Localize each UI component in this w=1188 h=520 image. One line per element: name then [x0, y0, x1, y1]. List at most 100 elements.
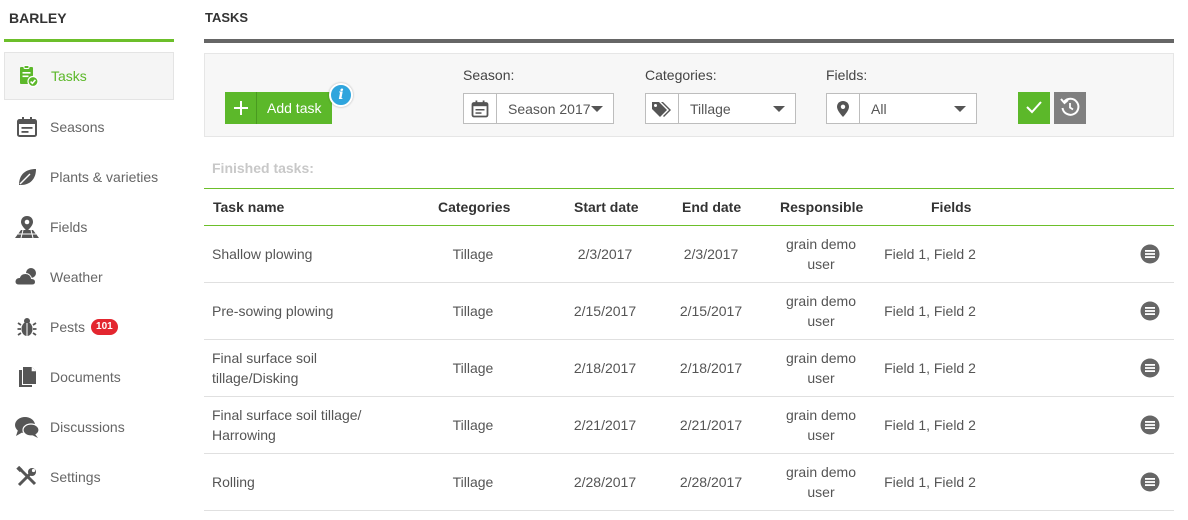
task-end-date: 2/18/2017 — [679, 360, 743, 376]
sidebar-item-label: Pests — [50, 319, 86, 335]
add-task-label: Add task — [267, 100, 322, 116]
bug-icon — [4, 316, 50, 338]
finished-tasks-heading: Finished tasks: — [212, 160, 314, 176]
sidebar-item-pests[interactable]: Pests 101 — [4, 303, 174, 351]
sidebar-divider — [4, 39, 174, 42]
apply-filters-button[interactable] — [1018, 92, 1050, 124]
reset-icon — [1059, 96, 1081, 121]
task-end-date: 2/3/2017 — [683, 246, 739, 262]
map-pin-icon — [827, 94, 860, 123]
task-fields: Field 1, Field 2 — [884, 246, 976, 262]
row-menu-icon[interactable] — [1140, 415, 1160, 435]
sidebar-item-label: Tasks — [51, 68, 87, 84]
row-menu-icon[interactable] — [1140, 472, 1160, 492]
fields-label: Fields: — [826, 67, 868, 83]
pests-count-badge: 101 — [91, 319, 118, 335]
row-menu-icon[interactable] — [1140, 358, 1160, 378]
reset-filters-button[interactable] — [1054, 92, 1086, 124]
tags-icon — [646, 94, 679, 123]
task-category: Tillage — [452, 474, 494, 490]
sidebar-item-tasks[interactable]: Tasks — [4, 52, 174, 100]
task-fields: Field 1, Field 2 — [884, 417, 976, 433]
task-name: Final surface soil tillage/Disking — [212, 350, 318, 386]
sidebar-item-label: Seasons — [50, 119, 105, 135]
season-label: Season: — [463, 67, 515, 83]
task-responsible: grain demo user — [785, 350, 857, 386]
sidebar-item-fields[interactable]: Fields — [4, 203, 174, 251]
farm-title: BARLEY — [9, 10, 67, 26]
header-divider — [204, 39, 1174, 43]
sidebar-item-weather[interactable]: Weather — [4, 253, 174, 301]
task-name: Final surface soil tillage/ Harrowing — [212, 407, 362, 443]
column-header-responsible: Responsible — [780, 199, 864, 215]
table-row[interactable]: Pre-sowing plowing Tillage 2/15/2017 2/1… — [204, 283, 1174, 340]
tools-icon — [4, 466, 50, 488]
column-header-task-name: Task name — [213, 199, 285, 215]
column-header-fields: Fields — [931, 199, 972, 215]
sidebar-item-settings[interactable]: Settings — [4, 453, 174, 501]
sidebar-item-label: Settings — [50, 469, 101, 485]
task-responsible: grain demo user — [785, 236, 857, 272]
categories-value: Tillage — [690, 100, 731, 117]
task-category: Tillage — [452, 360, 494, 376]
table-row[interactable]: Final surface soil tillage/ Harrowing Ti… — [204, 397, 1174, 454]
task-responsible: grain demo user — [785, 464, 857, 500]
table-row[interactable]: Shallow plowing Tillage 2/3/2017 2/3/201… — [204, 226, 1174, 283]
task-start-date: 2/15/2017 — [573, 303, 637, 319]
sidebar-item-label: Weather — [50, 269, 103, 285]
task-fields: Field 1, Field 2 — [884, 303, 976, 319]
add-task-button[interactable]: Add task — [225, 92, 333, 124]
sidebar-item-label: Plants & varieties — [50, 169, 159, 185]
task-start-date: 2/18/2017 — [573, 360, 637, 376]
sidebar-item-plants[interactable]: Plants & varieties — [4, 153, 174, 201]
chevron-down-icon — [954, 105, 966, 112]
table-row[interactable]: Final surface soil tillage/Disking Tilla… — [204, 340, 1174, 397]
task-fields: Field 1, Field 2 — [884, 474, 976, 490]
categories-select[interactable]: Tillage — [645, 93, 796, 124]
sidebar-item-documents[interactable]: Documents — [4, 353, 174, 401]
page-title: TASKS — [205, 10, 249, 25]
season-select[interactable]: Season 2017 — [463, 93, 614, 124]
table-row[interactable]: Rolling Tillage 2/28/2017 2/28/2017 grai… — [204, 454, 1174, 511]
chat-icon — [4, 415, 50, 439]
cloud-sun-icon — [4, 266, 50, 288]
task-responsible: grain demo user — [785, 293, 857, 329]
task-category: Tillage — [452, 246, 494, 262]
task-end-date: 2/28/2017 — [679, 474, 743, 490]
column-header-end-date: End date — [682, 199, 742, 215]
task-responsible: grain demo user — [785, 407, 857, 443]
sidebar: BARLEY Tasks Seasons Plants & varieties … — [0, 0, 180, 520]
sidebar-item-seasons[interactable]: Seasons — [4, 103, 174, 151]
sidebar-item-label: Fields — [50, 219, 88, 235]
field-pin-icon — [4, 215, 50, 239]
sidebar-item-label: Documents — [50, 369, 121, 385]
document-icon — [4, 366, 50, 388]
task-end-date: 2/21/2017 — [679, 417, 743, 433]
task-name: Rolling — [212, 474, 255, 490]
sidebar-item-label: Discussions — [50, 419, 125, 435]
row-menu-icon[interactable] — [1140, 301, 1160, 321]
task-start-date: 2/21/2017 — [573, 417, 637, 433]
check-icon — [1025, 99, 1043, 118]
fields-select[interactable]: All — [826, 93, 977, 124]
row-menu-icon[interactable] — [1140, 244, 1160, 264]
table-top-border — [204, 188, 1174, 189]
task-name: Pre-sowing plowing — [212, 303, 334, 319]
calendar-icon — [4, 116, 50, 138]
info-icon[interactable]: i — [329, 83, 353, 107]
fields-value: All — [871, 100, 887, 117]
task-name: Shallow plowing — [212, 246, 313, 262]
chevron-down-icon — [773, 105, 785, 112]
task-end-date: 2/15/2017 — [679, 303, 743, 319]
task-category: Tillage — [452, 417, 494, 433]
categories-label: Categories: — [645, 67, 717, 83]
task-category: Tillage — [452, 303, 494, 319]
sidebar-item-discussions[interactable]: Discussions — [4, 403, 174, 451]
calendar-icon — [464, 94, 497, 123]
task-start-date: 2/28/2017 — [573, 474, 637, 490]
task-fields: Field 1, Field 2 — [884, 360, 976, 376]
column-header-start-date: Start date — [574, 199, 639, 215]
column-header-categories: Categories — [438, 199, 511, 215]
clipboard-check-icon — [5, 64, 51, 88]
chevron-down-icon — [591, 105, 603, 112]
